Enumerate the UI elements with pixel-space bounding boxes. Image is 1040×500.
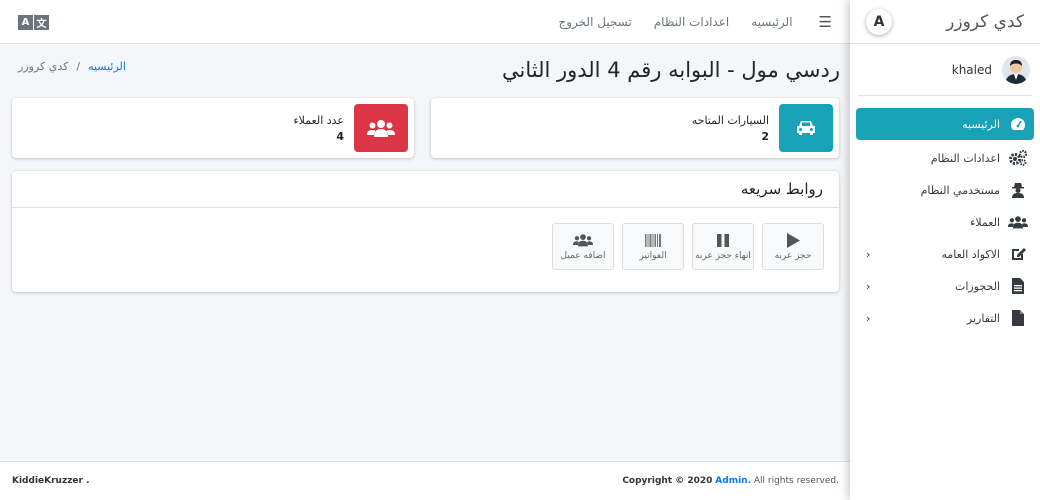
quick-links-card: روابط سريعه حجز عربه انهاء حجز عربه الفو… [12,171,839,292]
sidebar-item-customers[interactable]: العملاء [856,206,1034,238]
book-car-label: حجز عربه [774,251,812,261]
user-name: khaled [951,62,992,77]
sidebar-item-customers-label: العملاء [970,215,1000,229]
sidebar-nav: الرئيسيه اعدادات النظام مستخدمي النظام ا… [850,96,1040,334]
sidebar-item-general-codes-label: الاكواد العامه [941,247,1000,261]
book-car-button[interactable]: حجز عربه [762,223,824,270]
invoices-button[interactable]: الفواتير [622,223,684,270]
pause-icon [717,232,729,248]
users-icon [354,104,408,152]
user-secret-icon [1008,180,1028,200]
info-box-available-cars: السيارات المتاحه 2 [431,98,839,158]
end-booking-label: انهاء حجز عربه [695,251,751,261]
hamburger-icon[interactable]: ☰ [819,13,832,31]
top-link-logout[interactable]: تسجيل الخروج [559,15,632,29]
play-icon [786,232,800,248]
brand-text: كدي كروزر [946,11,1024,32]
tachometer-icon [1008,114,1028,134]
sidebar-item-settings-label: اعدادات النظام [930,151,1000,165]
footer: KiddieKruzzer . Copyright © 2020 Admin. … [0,461,850,500]
user-panel[interactable]: khaled [858,44,1032,96]
add-customer-button[interactable]: اضافه عميل [552,223,614,270]
sidebar-item-system-users-label: مستخدمي النظام [920,183,1000,197]
invoices-label: الفواتير [639,251,667,261]
breadcrumb-home-link[interactable]: الرئيسيه [88,60,126,73]
page-title: ردسي مول - البوابه رقم 4 الدور الثاني [501,58,840,82]
file-icon [1008,308,1028,328]
barcode-icon [645,232,661,248]
footer-copyright: Copyright © 2020 Admin. All rights reser… [622,476,839,486]
info-value-available-cars: 2 [761,129,769,143]
info-label-available-cars: السيارات المتاحه [691,113,769,127]
sidebar-item-reports[interactable]: التقارير ‹ [856,302,1034,334]
edit-icon [1008,244,1028,264]
sidebar-item-bookings-label: الحجوزات [954,279,1000,293]
footer-brand: KiddieKruzzer . [12,476,90,486]
chevron-left-icon: ‹ [866,247,871,261]
sidebar-item-system-users[interactable]: مستخدمي النظام [856,174,1034,206]
users-icon [1008,212,1028,232]
add-customer-label: اضافه عميل [560,251,606,261]
info-box-customers: عدد العملاء 4 [12,98,414,158]
translate-icon[interactable]: A文 [18,15,50,31]
top-link-settings[interactable]: اعدادات النظام [654,15,729,29]
sidebar-item-home[interactable]: الرئيسيه [856,108,1034,140]
info-label-customers: عدد العملاء [293,113,344,127]
footer-copyright-text: Copyright © 2020 [622,476,713,486]
users-icon [573,232,593,248]
top-navbar: A文 ☰ الرئيسيه اعدادات النظام تسجيل الخرو… [0,0,850,44]
brand-logo: A [866,8,892,35]
sidebar-item-home-label: الرئيسيه [962,117,1000,131]
gears-icon [1008,148,1028,168]
sidebar-item-reports-label: التقارير [966,311,1000,325]
file-list-icon [1008,276,1028,296]
top-nav-links: ☰ الرئيسيه اعدادات النظام تسجيل الخروج [559,13,832,31]
quick-links-buttons: حجز عربه انهاء حجز عربه الفواتير اضافه ع… [544,223,824,270]
sidebar-item-settings[interactable]: اعدادات النظام [856,142,1034,174]
brand-link[interactable]: كدي كروزر A [850,0,1040,44]
end-booking-button[interactable]: انهاء حجز عربه [692,223,754,270]
breadcrumb: كدي كروزر / الرئيسيه [18,60,126,73]
car-icon [779,104,833,152]
breadcrumb-current: كدي كروزر [18,60,69,73]
chevron-left-icon: ‹ [866,311,871,325]
breadcrumb-separator: / [76,60,81,73]
sidebar: كدي كروزر A khaled الرئيسيه اعدادات النظ… [850,0,1040,500]
info-value-customers: 4 [336,129,344,143]
sidebar-item-bookings[interactable]: الحجوزات ‹ [856,270,1034,302]
chevron-left-icon: ‹ [866,279,871,293]
footer-admin-link[interactable]: Admin. [715,476,751,486]
avatar [1002,55,1030,84]
footer-rights: All rights reserved. [753,476,839,486]
quick-links-title: روابط سريعه [740,180,823,198]
quick-links-header: روابط سريعه [12,171,839,208]
top-link-home[interactable]: الرئيسيه [751,15,792,29]
sidebar-item-general-codes[interactable]: الاكواد العامه ‹ [856,238,1034,270]
